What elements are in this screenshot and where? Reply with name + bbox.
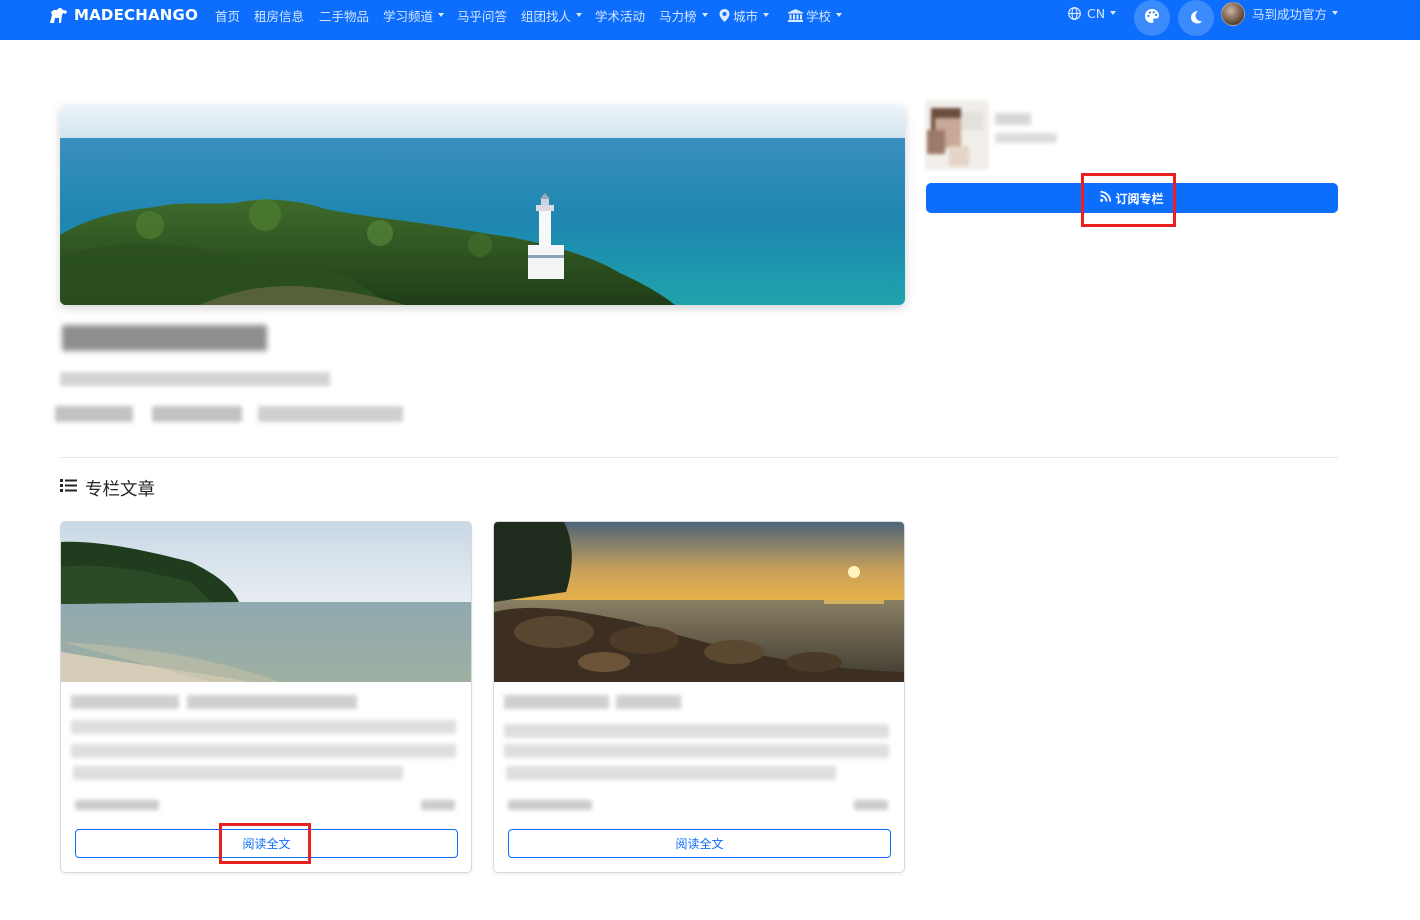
- user-menu[interactable]: 马到成功官方: [1252, 5, 1339, 22]
- palette-icon: [1144, 8, 1160, 28]
- nav-second-hand[interactable]: 二手物品: [319, 7, 370, 24]
- dark-mode-button[interactable]: [1178, 0, 1214, 36]
- column-meta-blurred: [258, 406, 403, 422]
- nav-label: 学术活动: [595, 8, 646, 24]
- nav-label: 马乎问答: [457, 8, 508, 24]
- section-title-text: 专栏文章: [85, 479, 155, 500]
- university-icon: [788, 8, 803, 22]
- column-cover-image: [60, 105, 905, 305]
- nav-school[interactable]: 学校: [788, 7, 843, 24]
- article-title-blurred: [71, 695, 179, 709]
- chevron-down-icon: [836, 13, 843, 17]
- chevron-down-icon: [701, 13, 708, 17]
- nav-academic[interactable]: 学术活动: [595, 7, 646, 24]
- nav-label: 二手物品: [319, 8, 370, 24]
- avatar[interactable]: [925, 100, 989, 170]
- read-more-button[interactable]: 阅读全文: [508, 829, 891, 858]
- author-bio-blurred: [995, 133, 1057, 143]
- nav-label: 城市: [733, 8, 759, 24]
- article-title-blurred: [616, 695, 681, 709]
- article-date-blurred: [75, 800, 159, 810]
- rss-icon: [1100, 190, 1112, 205]
- nav-rental[interactable]: 租房信息: [254, 7, 305, 24]
- column-meta-blurred: [55, 406, 133, 422]
- column-meta-blurred: [152, 406, 242, 422]
- chevron-down-icon: [576, 13, 583, 17]
- language-selector[interactable]: CN: [1068, 5, 1117, 21]
- article-excerpt-blurred: [506, 766, 836, 780]
- brand-name: MADECHANGO: [74, 6, 199, 24]
- globe-icon: [1068, 6, 1081, 20]
- article-excerpt-blurred: [71, 720, 456, 734]
- article-excerpt-blurred: [504, 744, 889, 758]
- read-more-button[interactable]: 阅读全文: [75, 829, 458, 858]
- nav-label: 学校: [806, 8, 832, 24]
- chevron-down-icon: [763, 13, 770, 17]
- article-excerpt-blurred: [504, 724, 889, 738]
- nav-ranking[interactable]: 马力榜: [659, 7, 708, 24]
- language-label: CN: [1087, 5, 1106, 21]
- section-title: 专栏文章: [60, 478, 155, 500]
- nav-label: 马力榜: [659, 8, 697, 24]
- article-thumbnail[interactable]: [61, 522, 471, 682]
- chevron-down-icon: [1332, 11, 1339, 15]
- nav-home[interactable]: 首页: [215, 7, 241, 24]
- article-card: 阅读全文: [60, 521, 472, 873]
- chevron-down-icon: [438, 13, 445, 17]
- nav-city[interactable]: 城市: [719, 7, 770, 24]
- subscribe-label: 订阅专栏: [1115, 191, 1164, 206]
- article-excerpt-blurred: [73, 766, 403, 780]
- author-name-blurred: [995, 113, 1031, 125]
- nav-label: 学习频道: [383, 8, 434, 24]
- top-navbar: MADECHANGO 首页 租房信息 二手物品 学习频道 马乎问答 组团找人 学…: [0, 0, 1420, 40]
- divider: [60, 457, 1338, 458]
- article-title-blurred: [504, 695, 609, 709]
- nav-team-up[interactable]: 组团找人: [521, 7, 583, 24]
- article-views-blurred: [421, 800, 455, 810]
- column-title-blurred: [62, 325, 267, 351]
- brand-link[interactable]: MADECHANGO: [48, 6, 198, 24]
- nav-label: 租房信息: [254, 8, 305, 24]
- article-card: 阅读全文: [493, 521, 905, 873]
- nav-qa[interactable]: 马乎问答: [457, 7, 508, 24]
- nav-label: 首页: [215, 8, 241, 24]
- moon-icon: [1189, 9, 1203, 28]
- article-title-blurred: [187, 695, 357, 709]
- column-description-blurred: [60, 372, 330, 386]
- subscribe-button[interactable]: 订阅专栏: [926, 183, 1338, 213]
- article-excerpt-blurred: [71, 744, 456, 758]
- article-views-blurred: [854, 800, 888, 810]
- user-name: 马到成功官方: [1252, 6, 1328, 22]
- article-date-blurred: [508, 800, 592, 810]
- nav-label: 组团找人: [521, 8, 572, 24]
- map-marker-icon: [719, 8, 730, 22]
- theme-button[interactable]: [1134, 0, 1170, 36]
- list-icon: [60, 478, 77, 498]
- horse-icon: [50, 8, 67, 23]
- nav-study-channel[interactable]: 学习频道: [383, 7, 445, 24]
- article-thumbnail[interactable]: [494, 522, 904, 682]
- avatar[interactable]: [1221, 2, 1245, 26]
- chevron-down-icon: [1110, 11, 1117, 15]
